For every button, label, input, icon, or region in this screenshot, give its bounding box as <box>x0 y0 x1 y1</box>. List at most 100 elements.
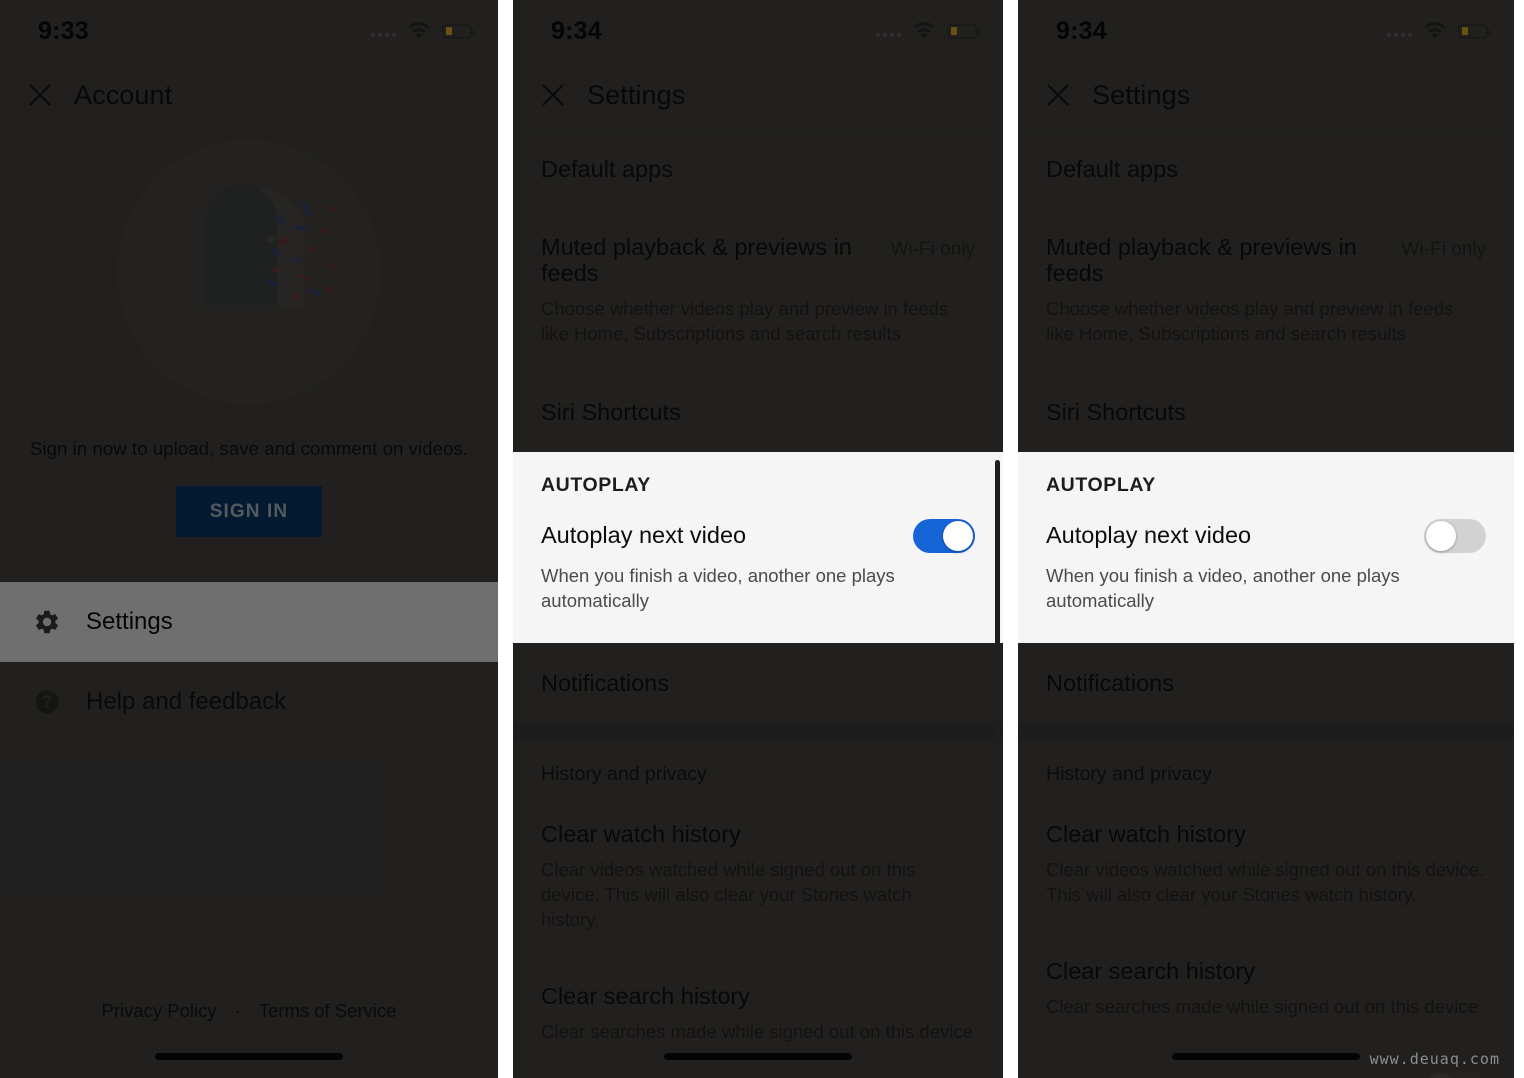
signal-dots-icon <box>876 25 901 37</box>
autoplay-subtitle: When you finish a video, another one pla… <box>541 564 895 611</box>
menu-item-help-and-feedback[interactable]: Help and feedback <box>0 662 498 742</box>
battery-low-icon <box>947 23 980 39</box>
page-title: Settings <box>587 79 686 110</box>
close-icon[interactable] <box>1032 69 1084 121</box>
status-icons <box>371 22 475 40</box>
setting-title: Clear search history <box>1046 958 1255 984</box>
settings-list-2: Default apps Muted playback & previews i… <box>513 128 1003 452</box>
app-bar-2: Settings <box>513 62 1003 128</box>
app-bar-1: Account <box>0 62 498 128</box>
autoplay-toggle[interactable] <box>1424 518 1486 553</box>
watermark: www.deuaq.com <box>1369 1050 1500 1068</box>
setting-title: Notifications <box>1046 670 1174 696</box>
autoplay-title: Autoplay next video <box>541 522 747 549</box>
setting-row-clear-watch-history[interactable]: Clear watch history Clear videos watched… <box>513 796 1003 958</box>
settings-list-3b: Notifications History and privacy Clear … <box>1018 643 1514 1078</box>
status-bar-2: 9:34 <box>513 0 1003 62</box>
setting-title: Default apps <box>1046 156 1178 182</box>
account-body: Sign in now to upload, save and comment … <box>0 140 498 742</box>
account-menu: Settings Help and feedback <box>0 582 498 742</box>
setting-value: Wi-Fi only <box>890 238 975 260</box>
autoplay-next-video-row[interactable]: Autoplay next video <box>541 507 975 553</box>
setting-row-siri-shortcuts[interactable]: Siri Shortcuts <box>1018 372 1514 452</box>
privacy-policy-link[interactable]: Privacy Policy <box>101 1000 216 1021</box>
scrollbar[interactable] <box>995 460 1000 760</box>
setting-row-clear-watch-history[interactable]: Clear watch history Clear videos watched… <box>1018 796 1514 933</box>
panel-settings-autoplay-off: 9:34 Settings Default apps Muted playbac… <box>1018 0 1514 1078</box>
setting-title: Default apps <box>541 156 673 182</box>
status-clock: 9:34 <box>551 16 602 45</box>
setting-subtitle: Clear videos watched while signed out on… <box>541 858 916 930</box>
status-clock: 9:34 <box>1056 16 1107 45</box>
legal-separator: · <box>234 1000 241 1021</box>
terms-of-service-link[interactable]: Terms of Service <box>259 1000 397 1021</box>
screenshot-stage: 9:33 Account Sign in now to upload, save… <box>0 0 1524 1078</box>
autoplay-card: AUTOPLAY Autoplay next video When you fi… <box>513 451 1003 643</box>
battery-low-icon <box>1458 23 1491 39</box>
help-circle-icon <box>22 688 72 716</box>
setting-row-clear-search-history[interactable]: Clear search history Clear searches made… <box>1018 933 1514 1045</box>
setting-title: Muted playback & previews in feeds <box>1046 233 1357 286</box>
setting-row-default-apps[interactable]: Default apps <box>1018 129 1514 209</box>
setting-title: Muted playback & previews in feeds <box>541 233 852 286</box>
autoplay-section-header: AUTOPLAY <box>541 473 651 496</box>
setting-row-muted-playback[interactable]: Muted playback & previews in feeds Wi-Fi… <box>1018 209 1514 372</box>
autoplay-toggle[interactable] <box>913 518 975 553</box>
pause-watch-history-toggle[interactable] <box>1424 1071 1486 1078</box>
door-confetti-illustration <box>117 140 381 404</box>
setting-subtitle: Choose whether videos play and preview i… <box>1046 297 1454 344</box>
wifi-icon <box>407 22 431 40</box>
setting-subtitle: Clear searches made while signed out on … <box>541 1021 973 1042</box>
battery-low-icon <box>442 23 475 39</box>
settings-list-2b: Notifications History and privacy Clear … <box>513 643 1003 1078</box>
menu-item-label: Help and feedback <box>86 688 287 715</box>
setting-row-muted-playback[interactable]: Muted playback & previews in feeds Wi-Fi… <box>513 209 1003 372</box>
setting-subtitle: Clear videos watched while signed out on… <box>1046 858 1485 905</box>
setting-title: Clear watch history <box>1046 820 1246 847</box>
setting-title: Clear watch history <box>541 820 741 847</box>
wifi-icon <box>912 22 936 40</box>
home-indicator[interactable] <box>1172 1053 1360 1060</box>
section-header-history-and-privacy: History and privacy <box>1046 762 1212 785</box>
gear-icon <box>22 608 72 636</box>
avatar-wrap <box>0 140 498 404</box>
page-title: Account <box>74 79 173 110</box>
setting-value: Wi-Fi only <box>1401 238 1486 260</box>
menu-item-settings[interactable]: Settings <box>0 582 498 662</box>
setting-row-default-apps[interactable]: Default apps <box>513 129 1003 209</box>
panel-settings-autoplay-on: 9:34 Settings Default apps Muted playbac… <box>513 0 1003 1078</box>
signal-dots-icon <box>1387 25 1412 37</box>
signin-button-wrap: SIGN IN <box>0 486 498 537</box>
sign-in-button[interactable]: SIGN IN <box>175 486 323 537</box>
setting-subtitle: Clear searches made while signed out on … <box>1046 995 1478 1017</box>
setting-subtitle: Choose whether videos play and preview i… <box>541 297 949 344</box>
settings-list-3: Default apps Muted playback & previews i… <box>1018 128 1514 452</box>
status-bar-3: 9:34 <box>1018 0 1514 62</box>
wifi-icon <box>1423 22 1447 40</box>
signin-prompt: Sign in now to upload, save and comment … <box>30 438 468 459</box>
status-icons <box>1387 22 1491 40</box>
setting-row-notifications[interactable]: Notifications <box>1018 643 1514 723</box>
setting-title: Siri Shortcuts <box>541 398 681 425</box>
autoplay-next-video-row[interactable]: Autoplay next video <box>1046 507 1486 553</box>
menu-item-label: Settings <box>86 608 173 635</box>
legal-links: Privacy Policy · Terms of Service <box>0 1000 498 1022</box>
setting-row-notifications[interactable]: Notifications <box>513 643 1003 723</box>
setting-row-pause-watch-history[interactable]: Pause watch history <box>513 1070 1003 1078</box>
home-indicator[interactable] <box>155 1053 343 1060</box>
setting-title: Notifications <box>541 670 669 696</box>
autoplay-subtitle: When you finish a video, another one pla… <box>1046 564 1400 611</box>
autoplay-card: AUTOPLAY Autoplay next video When you fi… <box>1018 451 1514 643</box>
panel-account: 9:33 Account Sign in now to upload, save… <box>0 0 498 1078</box>
home-indicator[interactable] <box>664 1053 852 1060</box>
close-icon[interactable] <box>527 69 579 121</box>
signal-dots-icon <box>371 25 396 37</box>
app-bar-3: Settings <box>1018 62 1514 128</box>
autoplay-title: Autoplay next video <box>1046 522 1252 549</box>
page-title: Settings <box>1092 79 1191 110</box>
close-icon[interactable] <box>14 69 66 121</box>
status-bar-1: 9:33 <box>0 0 498 62</box>
setting-row-siri-shortcuts[interactable]: Siri Shortcuts <box>513 372 1003 452</box>
status-clock: 9:33 <box>38 16 89 45</box>
autoplay-section-header: AUTOPLAY <box>1046 473 1156 496</box>
